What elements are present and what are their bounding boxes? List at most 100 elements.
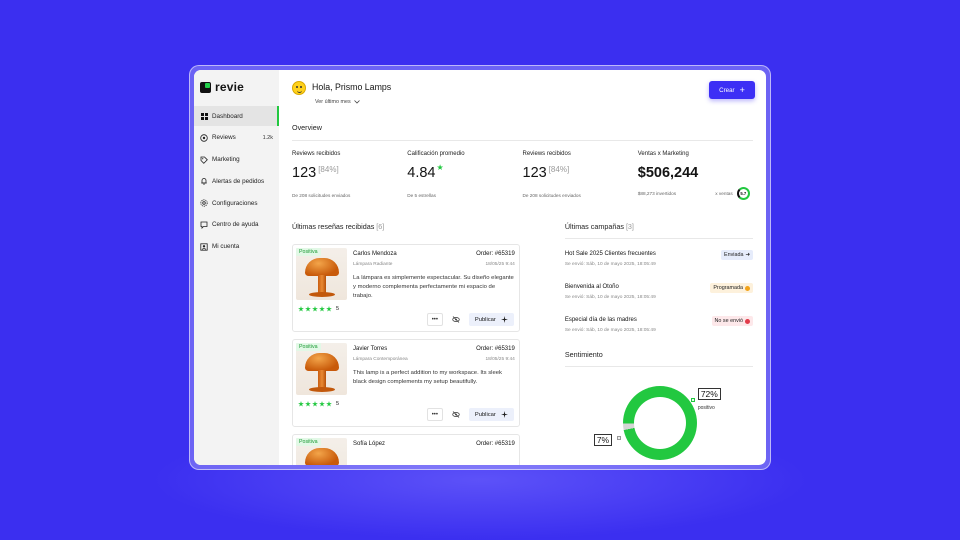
- stat-label: Reviews recibidos: [522, 151, 571, 157]
- positive-label: positivo: [697, 405, 715, 411]
- status-badge: Enviada ➜: [720, 250, 753, 260]
- rating-stars: 5: [298, 306, 339, 312]
- grid-icon: [200, 112, 208, 120]
- reviews-section: Últimas reseñas recibidas [6] Positiva 5…: [292, 222, 520, 465]
- sidebar-item-label: Alertas de pedidos: [212, 177, 265, 185]
- review-card[interactable]: Positiva 5 Carlos Mendoza Order: #65319 …: [292, 244, 520, 332]
- overview-stats: Reviews recibidos 123 [84%] De 208 solic…: [292, 151, 753, 200]
- reviews-count-badge: 1.2k: [262, 134, 273, 141]
- publish-label: Publicar: [474, 316, 496, 323]
- order-number[interactable]: Order: #65319: [476, 251, 515, 257]
- reviews-count: [6]: [376, 222, 385, 231]
- star-icon: [298, 306, 304, 312]
- rating-value: 5: [336, 401, 340, 407]
- stat-value: 123 [84%]: [292, 165, 407, 181]
- plus-icon: +: [739, 84, 745, 95]
- sidebar-item-marketing[interactable]: Marketing: [194, 150, 279, 170]
- create-button[interactable]: Crear +: [709, 81, 755, 99]
- reviewer-name: Carlos Mendoza: [353, 251, 397, 257]
- hide-button[interactable]: [448, 313, 464, 326]
- other-legend-icon: [616, 436, 621, 440]
- campaign-date: Se envió: Sáb, 10 de mayo 2025, 18:05:49: [564, 328, 656, 333]
- stat-value: $506,244: [638, 165, 753, 181]
- star-icon: ★: [436, 163, 444, 172]
- campaign-name: Especial día de las madres: [564, 317, 637, 323]
- user-icon: [200, 243, 208, 251]
- roi-ring: 5.7: [736, 187, 750, 200]
- stat-percent: [84%]: [318, 165, 339, 174]
- period-label: Ver último mes: [315, 99, 351, 105]
- star-icon: [298, 401, 304, 407]
- greeting-title: Hola, Prismo Lamps: [312, 82, 392, 92]
- sidebar-item-alertas[interactable]: Alertas de pedidos: [194, 171, 279, 191]
- sidebar: revie Dashboard Reviews 1.2k Marketing A…: [194, 70, 279, 465]
- stat-foot: De 208 solicitudes enviados: [522, 193, 581, 198]
- campaigns-title-text: Últimas campañas: [564, 222, 624, 231]
- sidebar-item-label: Centro de ayuda: [212, 221, 259, 229]
- stat-number: 123: [292, 165, 317, 181]
- logo-text: revie: [215, 80, 245, 94]
- bell-icon: [200, 177, 208, 186]
- sentiment-divider: [564, 366, 753, 367]
- star-icon: [312, 306, 318, 312]
- star-icon: [319, 401, 325, 407]
- stat-foot: De 208 solicitudes enviados: [292, 193, 351, 198]
- stat-sales: Ventas x Marketing $506,244 $88,273 inve…: [638, 151, 753, 200]
- sidebar-item-configuraciones[interactable]: Configuraciones: [194, 193, 279, 213]
- stat-label: Ventas x Marketing: [637, 151, 689, 157]
- sidebar-item-ayuda[interactable]: Centro de ayuda: [194, 215, 279, 235]
- star-icon: [305, 401, 311, 407]
- positive-percent: 72%: [697, 388, 721, 401]
- order-number[interactable]: Order: #65319: [476, 441, 515, 447]
- campaign-row[interactable]: Bienvenida al Otoño Se envió: Sáb, 10 de…: [565, 283, 753, 300]
- more-options-button[interactable]: •••: [426, 408, 443, 421]
- sidebar-item-label: Marketing: [212, 156, 240, 164]
- stat-reviews-2: Reviews recibidos 123 [84%] De 208 solic…: [523, 151, 638, 200]
- period-selector[interactable]: Ver último mes: [315, 99, 753, 105]
- sidebar-item-cuenta[interactable]: Mi cuenta: [194, 237, 279, 257]
- review-card[interactable]: Positiva 5 Javier Torres Order: #65319 L…: [292, 339, 520, 427]
- more-options-button[interactable]: •••: [426, 313, 443, 326]
- sentiment-chart: 72% positivo 7%: [565, 376, 753, 460]
- publish-button[interactable]: Publicar: [468, 313, 514, 326]
- product-name: Lámpara Radiante: [353, 262, 393, 267]
- logo[interactable]: revie: [194, 80, 279, 106]
- sidebar-item-label: Mi cuenta: [212, 243, 240, 251]
- campaign-name: Hot Sale 2025 Clientes frecuentes: [564, 251, 656, 257]
- stat-foot: De 5 estrellas: [407, 193, 436, 198]
- content-columns: Últimas reseñas recibidas [6] Positiva 5…: [292, 222, 753, 465]
- sentiment-tag: Positiva: [296, 438, 321, 446]
- overview-title: Overview: [292, 123, 322, 132]
- campaign-row[interactable]: Hot Sale 2025 Clientes frecuentes Se env…: [564, 250, 753, 267]
- stat-reviews: Reviews recibidos 123 [84%] De 208 solic…: [292, 151, 407, 200]
- sidebar-item-dashboard[interactable]: Dashboard: [194, 106, 279, 126]
- star-circle-icon: [200, 134, 208, 142]
- sentiment-title: Sentimiento: [564, 350, 603, 359]
- sidebar-item-label: Dashboard: [212, 112, 243, 120]
- stat-rating: Calificación promedio 4.84 ★ De 5 estrel…: [407, 151, 522, 200]
- stat-foot-row: $88,273 invertidos x ventas 5.7: [638, 187, 750, 200]
- order-number[interactable]: Order: #65319: [476, 346, 515, 352]
- app-window: revie Dashboard Reviews 1.2k Marketing A…: [194, 70, 766, 465]
- sparkle-icon: [500, 411, 508, 418]
- review-card[interactable]: Positiva Sofía López Order: #65319: [292, 434, 520, 465]
- product-name: Lámpara Contemporánea: [353, 357, 408, 362]
- campaign-row[interactable]: Especial día de las madres Se envió: Sáb…: [564, 316, 753, 333]
- reviewer-name: Javier Torres: [353, 346, 388, 352]
- status-label: No se envió: [714, 318, 743, 324]
- campaign-list: Hot Sale 2025 Clientes frecuentes Se env…: [564, 250, 753, 333]
- arrow-right-icon: ➜: [745, 252, 750, 258]
- status-badge: Programada: [710, 283, 753, 293]
- review-actions: ••• Publicar: [426, 408, 514, 421]
- status-dot-icon: [745, 318, 750, 324]
- campaigns-divider: [564, 238, 753, 239]
- review-body: Javier Torres Order: #65319 Lámpara Cont…: [353, 346, 515, 387]
- stat-label: Reviews recibidos: [292, 151, 341, 157]
- sidebar-item-reviews[interactable]: Reviews 1.2k: [194, 128, 279, 148]
- hide-button[interactable]: [448, 408, 464, 421]
- campaigns-section: Últimas campañas [3] Hot Sale 2025 Clien…: [564, 222, 753, 465]
- sidebar-item-label: Configuraciones: [212, 199, 258, 207]
- review-date: 18/05/25 9:44: [485, 262, 515, 267]
- smiley-avatar-icon: [292, 81, 306, 95]
- publish-button[interactable]: Publicar: [468, 408, 514, 421]
